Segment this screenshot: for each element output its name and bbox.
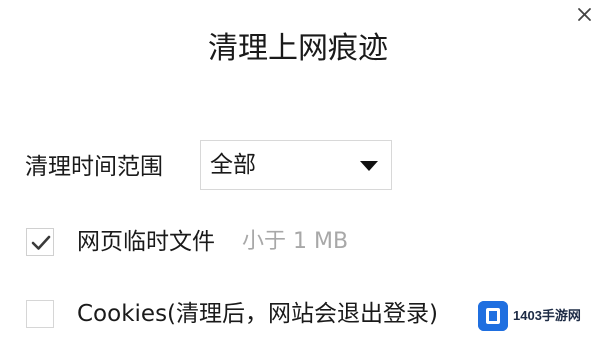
caret-down-icon bbox=[359, 160, 379, 172]
cookies-label: Cookies(清理后，网站会退出登录) bbox=[77, 301, 438, 327]
time-range-label: 清理时间范围 bbox=[25, 154, 163, 180]
temp-files-checkbox[interactable] bbox=[26, 228, 54, 256]
clear-history-dialog: 清理上网痕迹 清理时间范围 全部 网页临时文件 小于 1 MB Cookies(… bbox=[0, 0, 596, 354]
time-range-selected-value: 全部 bbox=[210, 152, 256, 178]
temp-files-size: 小于 1 MB bbox=[242, 229, 349, 254]
time-range-select[interactable]: 全部 bbox=[200, 140, 392, 190]
watermark-logo-icon bbox=[478, 301, 508, 331]
dialog-title: 清理上网痕迹 bbox=[208, 31, 388, 66]
checkmark-icon bbox=[31, 235, 51, 250]
close-button[interactable] bbox=[574, 4, 596, 26]
cookies-checkbox[interactable] bbox=[26, 300, 54, 328]
option-cookies[interactable]: Cookies(清理后，网站会退出登录) bbox=[26, 297, 438, 331]
watermark-text: 1403手游网 bbox=[513, 308, 581, 323]
temp-files-label: 网页临时文件 bbox=[77, 229, 215, 255]
watermark: 1403手游网 bbox=[478, 296, 588, 336]
option-temp-files[interactable]: 网页临时文件 小于 1 MB bbox=[26, 225, 348, 259]
close-icon bbox=[578, 8, 591, 21]
